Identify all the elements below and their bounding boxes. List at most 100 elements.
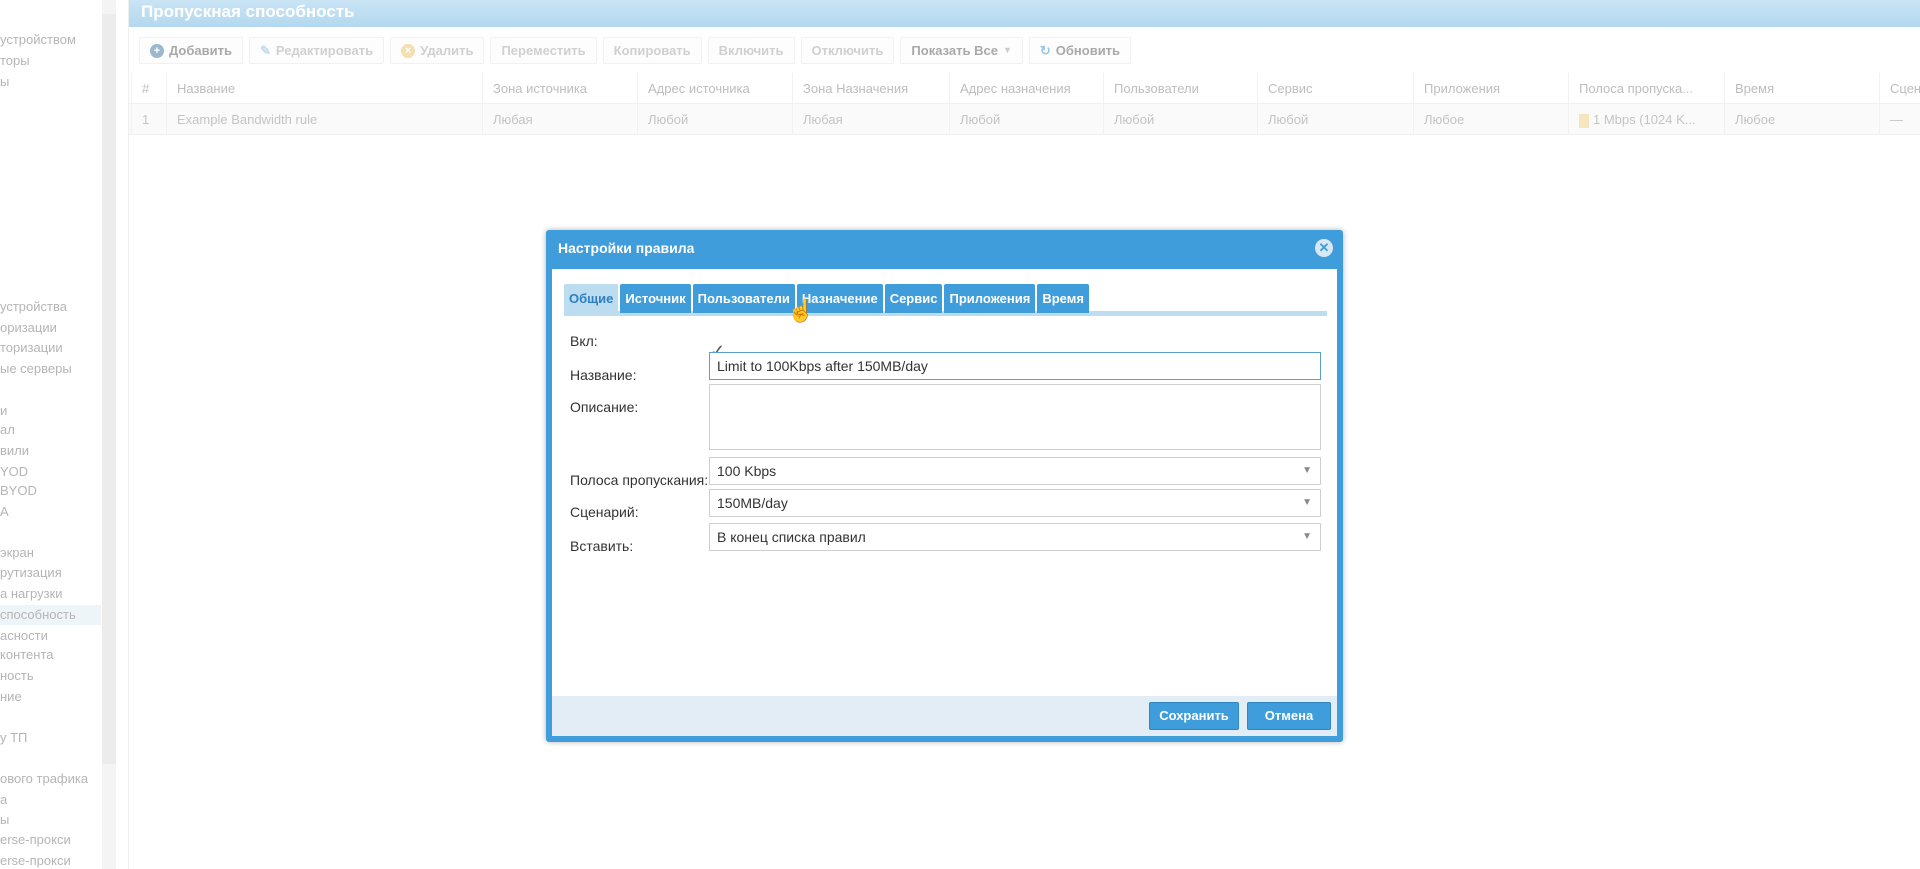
edit-button[interactable]: ✎ Редактировать xyxy=(248,37,385,64)
column-header[interactable]: Приложения xyxy=(1413,73,1568,104)
column-header[interactable]: Адрес назначения xyxy=(949,73,1103,104)
tab-users[interactable]: Пользователи xyxy=(692,284,795,313)
sidebar-item[interactable]: экран xyxy=(0,543,101,563)
column-header[interactable]: Адрес источника xyxy=(637,73,792,104)
column-header[interactable]: Название xyxy=(166,73,482,104)
sidebar-item[interactable]: ал xyxy=(0,420,101,440)
name-label: Название: xyxy=(570,367,637,383)
plus-icon: + xyxy=(150,43,164,58)
sidebar-item[interactable]: ы xyxy=(0,72,101,92)
sidebar-item[interactable]: устройством xyxy=(0,30,101,50)
sidebar-item[interactable]: BYOD xyxy=(0,481,101,501)
table-row[interactable]: 1 Example Bandwidth rule Любая Любой Любая Лю… xyxy=(129,104,1920,135)
add-button[interactable]: + Добавить xyxy=(139,37,243,64)
sidebar-item[interactable]: способность xyxy=(0,605,101,625)
add-label: Добавить xyxy=(169,43,232,58)
tab-time[interactable]: Время xyxy=(1037,284,1089,313)
save-button[interactable]: Сохранить xyxy=(1149,702,1239,730)
sidebar-item[interactable]: а нагрузки xyxy=(0,584,101,604)
table-cell: 1 xyxy=(131,104,166,135)
close-icon[interactable]: ✕ xyxy=(1315,239,1333,257)
sidebar-item[interactable]: вили xyxy=(0,441,101,461)
sidebar-item[interactable]: ы xyxy=(0,810,101,830)
sidebar-item[interactable]: торизации xyxy=(0,338,101,358)
sidebar-item[interactable]: устройства xyxy=(0,297,101,317)
column-header[interactable]: Пользователи xyxy=(1103,73,1257,104)
column-header[interactable]: Сервис xyxy=(1257,73,1413,104)
column-header[interactable]: Полоса пропуска... xyxy=(1568,73,1724,104)
delete-button[interactable]: × Удалить xyxy=(390,37,485,64)
bandwidth-icon xyxy=(1579,113,1589,128)
tab-general[interactable]: Общие xyxy=(564,284,619,313)
scenario-label: Сценарий: xyxy=(570,504,639,520)
sidebar-item[interactable]: A xyxy=(0,502,101,522)
description-label: Описание: xyxy=(570,399,639,415)
table-header: # Название Зона источника Адрес источника Зо… xyxy=(129,73,1920,104)
table-cell: 1 Mbps (1024 K... xyxy=(1568,104,1724,135)
show-all-dropdown[interactable]: Показать Все ▼ xyxy=(900,37,1023,64)
enabled-label: Вкл: xyxy=(570,333,598,349)
scenario-select[interactable]: 150MB/day ▼ xyxy=(709,489,1321,517)
sidebar-item[interactable]: ового трафика xyxy=(0,769,101,789)
bandwidth-value: 100 Kbps xyxy=(717,463,777,479)
move-button[interactable]: Переместить xyxy=(490,37,597,64)
sidebar-item[interactable]: оризации xyxy=(0,318,101,338)
column-header[interactable]: Время xyxy=(1724,73,1879,104)
dialog-footer: Сохранить Отмена xyxy=(552,696,1337,736)
rules-table: # Название Зона источника Адрес источника Зо… xyxy=(129,73,1920,135)
column-header[interactable]: # xyxy=(131,73,166,104)
copy-button[interactable]: Копировать xyxy=(602,37,702,64)
disable-button[interactable]: Отключить xyxy=(800,37,895,64)
sidebar-item[interactable]: и xyxy=(0,401,101,421)
column-header[interactable]: Зона источника xyxy=(482,73,637,104)
description-textarea[interactable] xyxy=(709,384,1321,450)
column-header[interactable]: Сцен xyxy=(1879,73,1920,104)
table-cell: Любое xyxy=(1724,104,1879,135)
refresh-label: Обновить xyxy=(1055,43,1121,58)
refresh-button[interactable]: ↻ Обновить xyxy=(1028,37,1132,64)
sidebar-item[interactable]: ые серверы xyxy=(0,359,101,379)
sidebar-item[interactable]: erse-прокси xyxy=(0,830,101,850)
bandwidth-label: Полоса пропускания: xyxy=(570,472,709,488)
table-cell: Любая xyxy=(792,104,949,135)
sidebar: устройством торы ы устройства оризации ториз… xyxy=(0,0,118,869)
refresh-icon: ↻ xyxy=(1039,43,1051,58)
page-title: Пропускная способность xyxy=(129,0,1920,27)
bandwidth-select[interactable]: 100 Kbps ▼ xyxy=(709,457,1321,485)
table-cell: Любой xyxy=(949,104,1103,135)
scenario-value: 150MB/day xyxy=(717,495,788,511)
table-cell: Любой xyxy=(1103,104,1257,135)
cancel-button[interactable]: Отмена xyxy=(1247,702,1331,730)
sidebar-item[interactable]: контента xyxy=(0,645,101,665)
tab-service[interactable]: Сервис xyxy=(884,284,943,313)
dialog-body: Общие Источник Пользователи Назначение С… xyxy=(552,269,1337,736)
tab-applications[interactable]: Приложения xyxy=(944,284,1036,313)
table-cell: Любая xyxy=(482,104,637,135)
chevron-down-icon: ▼ xyxy=(1302,465,1312,476)
sidebar-item[interactable]: ность xyxy=(0,666,101,686)
table-cell: Example Bandwidth rule xyxy=(166,104,482,135)
sidebar-item[interactable]: асности xyxy=(0,626,101,646)
hand-cursor-icon: ☝ xyxy=(787,298,815,323)
dialog-tabs: Общие Источник Пользователи Назначение С… xyxy=(564,284,1089,313)
insert-select[interactable]: В конец списка правил ▼ xyxy=(709,523,1321,551)
sidebar-item[interactable]: а xyxy=(0,790,101,810)
delete-label: Удалить xyxy=(420,43,474,58)
sidebar-item[interactable]: ние xyxy=(0,687,101,707)
column-header[interactable]: Зона Назначения xyxy=(792,73,949,104)
tab-source[interactable]: Источник xyxy=(620,284,691,313)
sidebar-item[interactable]: erse-прокси xyxy=(0,851,101,869)
table-cell: Любое xyxy=(1413,104,1568,135)
sidebar-item[interactable]: рутизация xyxy=(0,563,101,583)
sidebar-item[interactable]: у ТП xyxy=(0,728,101,748)
name-input[interactable]: Limit to 100Kbps after 150MB/day xyxy=(709,352,1321,380)
enable-button[interactable]: Включить xyxy=(707,37,795,64)
table-cell: Любой xyxy=(1257,104,1413,135)
dialog-title: Настройки правила xyxy=(558,240,695,256)
delete-icon: × xyxy=(401,43,416,58)
sidebar-scrollbar-thumb[interactable] xyxy=(102,14,116,764)
sidebar-item[interactable]: торы xyxy=(0,51,101,71)
sidebar-item[interactable]: YOD xyxy=(0,462,101,482)
bandwidth-value: 1 Mbps (1024 K... xyxy=(1593,112,1696,127)
chevron-down-icon: ▼ xyxy=(1002,45,1012,55)
